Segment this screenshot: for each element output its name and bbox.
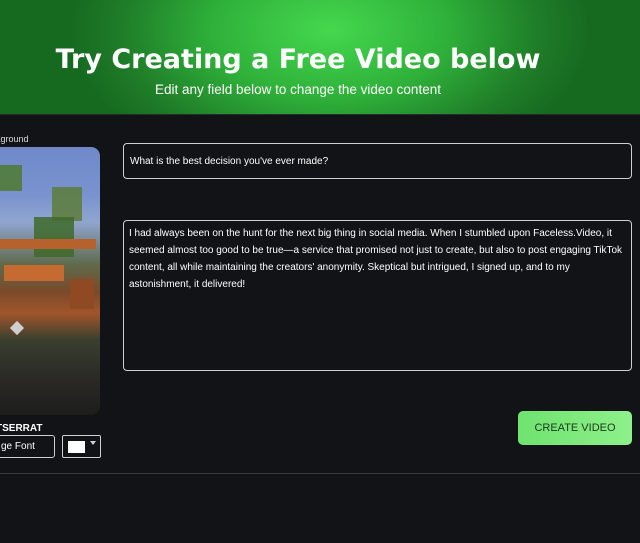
change-font-button[interactable]: ge Font <box>0 435 55 458</box>
chevron-down-icon <box>90 441 96 445</box>
story-textarea[interactable]: I had always been on the hunt for the ne… <box>123 220 632 371</box>
hero-banner: Try Creating a Free Video below Edit any… <box>0 0 640 115</box>
font-name-label: TSERRAT <box>0 423 43 434</box>
preview-foliage <box>52 187 82 221</box>
preview-wood <box>0 239 96 249</box>
video-preview[interactable] <box>0 147 100 415</box>
text-color-picker[interactable] <box>62 435 101 458</box>
page-subtitle: Edit any field below to change the video… <box>155 82 441 97</box>
question-input[interactable] <box>123 143 632 179</box>
background-label: kground <box>0 134 29 144</box>
preview-wood <box>4 265 64 281</box>
preview-foliage <box>0 165 22 191</box>
page-title: Try Creating a Free Video below <box>55 44 541 75</box>
preview-foliage <box>34 217 74 257</box>
preview-wood <box>70 279 94 309</box>
divider <box>0 473 640 474</box>
color-swatch <box>68 441 85 453</box>
preview-crosshair-icon <box>9 320 25 336</box>
create-video-button[interactable]: CREATE VIDEO <box>518 411 632 445</box>
